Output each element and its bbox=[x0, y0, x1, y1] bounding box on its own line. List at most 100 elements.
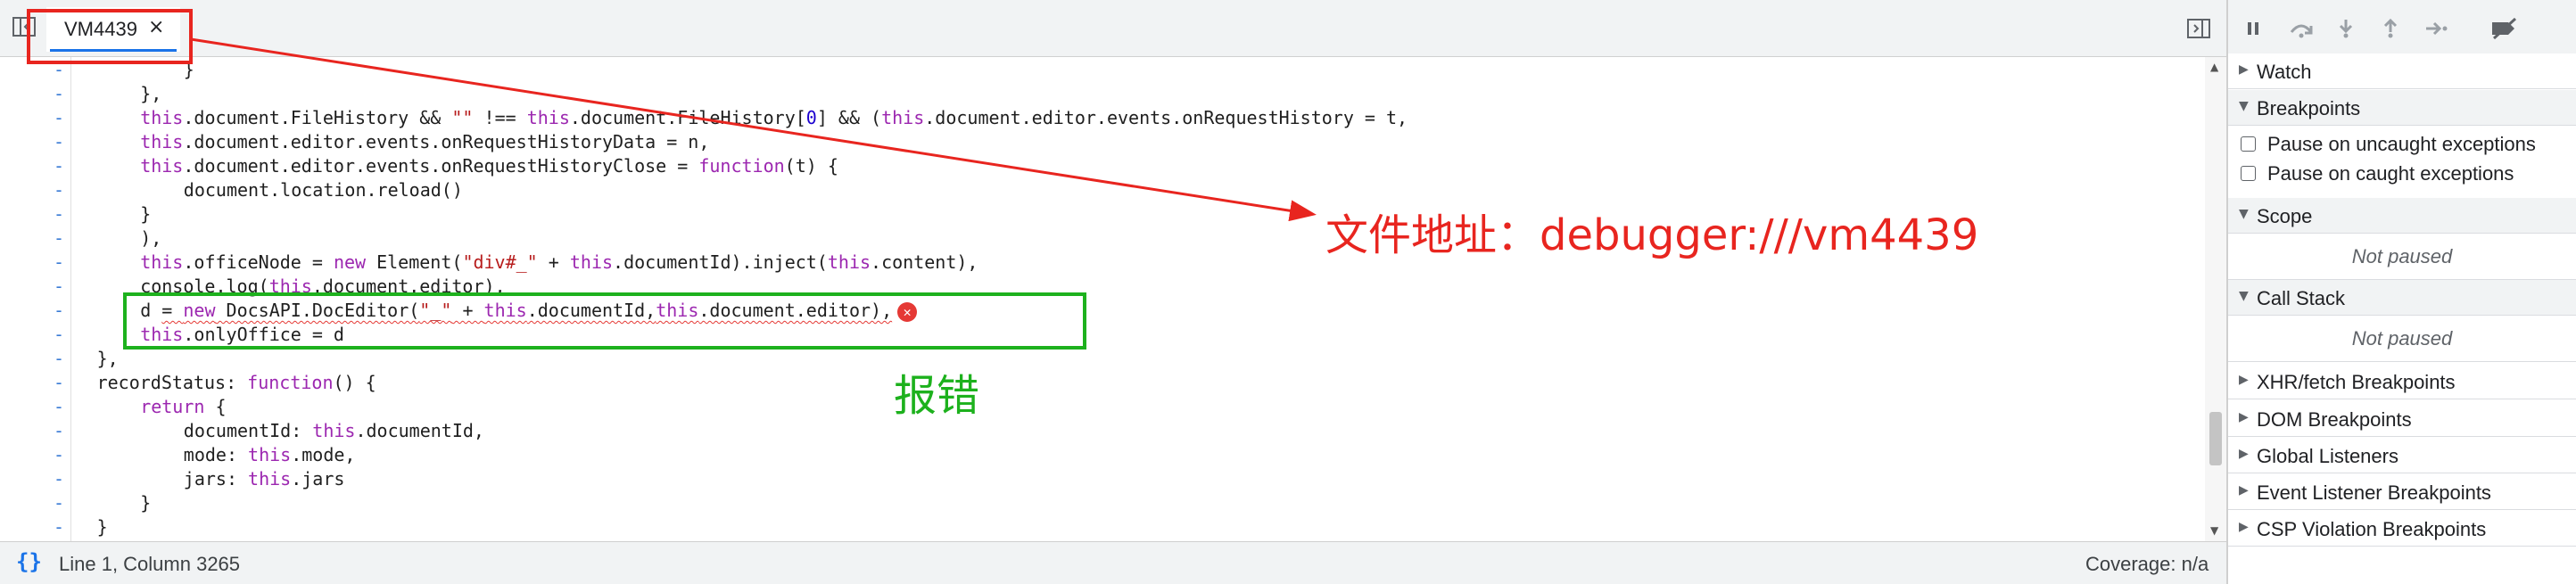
line-marker[interactable]: - bbox=[54, 443, 64, 467]
code-token: this bbox=[312, 420, 356, 441]
code-token: new bbox=[333, 251, 367, 273]
step-into-icon[interactable] bbox=[2335, 18, 2357, 39]
pretty-print-icon[interactable]: {} bbox=[16, 549, 42, 574]
close-icon[interactable]: × bbox=[148, 16, 164, 38]
pause-caught-row[interactable]: Pause on caught exceptions bbox=[2228, 160, 2576, 189]
tab-vm4439[interactable]: VM4439 × bbox=[46, 7, 180, 52]
pause-uncaught-checkbox[interactable] bbox=[2241, 136, 2256, 152]
code-line[interactable]: recordStatus: function() { bbox=[97, 371, 376, 395]
code-line[interactable]: this.document.FileHistory && "" !== this… bbox=[140, 106, 1408, 130]
section-breakpoints[interactable]: ▼ Breakpoints bbox=[2228, 90, 2576, 126]
code-line[interactable]: this.document.editor.events.onRequestHis… bbox=[140, 154, 838, 178]
code-token: .documentId, bbox=[526, 300, 656, 321]
code-token: + bbox=[537, 251, 570, 273]
line-marker[interactable]: - bbox=[54, 515, 64, 539]
line-marker[interactable]: - bbox=[54, 251, 64, 275]
call-stack-status: Not paused bbox=[2228, 316, 2576, 362]
code-line[interactable]: } bbox=[140, 202, 151, 226]
code-line[interactable]: mode: this.mode, bbox=[184, 443, 356, 467]
line-marker[interactable]: - bbox=[54, 299, 64, 323]
code-token: this bbox=[569, 251, 614, 273]
line-marker[interactable]: - bbox=[54, 106, 64, 130]
toggle-debugger-icon[interactable] bbox=[2187, 18, 2210, 39]
code-line[interactable]: } bbox=[140, 491, 151, 515]
line-gutter: -------------------- bbox=[0, 57, 71, 541]
code-line[interactable]: jars: this.jars bbox=[184, 467, 345, 491]
code-token: console.log( bbox=[140, 276, 269, 297]
line-marker[interactable]: - bbox=[54, 491, 64, 515]
code-token: }, bbox=[96, 348, 119, 369]
code-line[interactable]: ), bbox=[140, 226, 161, 251]
code-token: Element( bbox=[366, 251, 463, 273]
code-line[interactable]: document.location.reload() bbox=[184, 178, 463, 202]
code-token: .document.editor.events.onRequestHistory… bbox=[183, 131, 710, 152]
section-scope[interactable]: ▼ Scope bbox=[2228, 198, 2576, 234]
code-token: "" bbox=[451, 107, 474, 128]
step-over-icon[interactable] bbox=[2287, 18, 2316, 39]
pause-caught-checkbox[interactable] bbox=[2241, 166, 2256, 181]
code-line[interactable]: return { bbox=[140, 395, 226, 419]
step-icon[interactable] bbox=[2424, 18, 2449, 39]
scrollbar-thumb[interactable] bbox=[2209, 412, 2222, 465]
code-line[interactable]: } bbox=[97, 515, 108, 539]
code-token: function bbox=[698, 155, 785, 177]
vertical-scrollbar[interactable]: ▲ ▼ bbox=[2205, 57, 2226, 541]
code-token: !== bbox=[473, 107, 527, 128]
line-marker[interactable]: - bbox=[54, 154, 64, 178]
code-token: (t) { bbox=[784, 155, 838, 177]
code-line[interactable]: console.log(this.document.editor), bbox=[140, 275, 505, 299]
error-icon[interactable]: ✕ bbox=[897, 301, 918, 322]
section-label: DOM Breakpoints bbox=[2257, 408, 2412, 431]
chevron-right-icon: ▶ bbox=[2239, 520, 2249, 534]
editor-pane: VM4439 × -------------------- }}, this.do… bbox=[0, 0, 2226, 584]
section-label: Breakpoints bbox=[2257, 97, 2361, 119]
chevron-down-icon: ▼ bbox=[2239, 289, 2249, 303]
code-line[interactable]: }, bbox=[140, 82, 161, 106]
pause-uncaught-row[interactable]: Pause on uncaught exceptions bbox=[2228, 131, 2576, 160]
tab-label: VM4439 bbox=[64, 18, 137, 40]
scroll-down-icon[interactable]: ▼ bbox=[2210, 524, 2218, 537]
code-token: jars: bbox=[183, 468, 249, 489]
line-marker[interactable]: - bbox=[54, 419, 64, 443]
line-marker[interactable]: - bbox=[54, 178, 64, 202]
line-marker[interactable]: - bbox=[54, 467, 64, 491]
section-dom-breakpoints[interactable]: ▶ DOM Breakpoints bbox=[2228, 401, 2576, 437]
code-editor[interactable]: -------------------- }}, this.document.Fi… bbox=[0, 57, 2226, 541]
code-line[interactable]: this.document.editor.events.onRequestHis… bbox=[140, 130, 709, 154]
line-marker[interactable]: - bbox=[54, 347, 64, 371]
section-call-stack[interactable]: ▼ Call Stack bbox=[2228, 280, 2576, 316]
line-marker[interactable]: - bbox=[54, 82, 64, 106]
section-xhr-breakpoints[interactable]: ▶ XHR/fetch Breakpoints bbox=[2228, 364, 2576, 399]
line-marker[interactable]: - bbox=[54, 395, 64, 419]
code-line-error[interactable]: d = new DocsAPI.DocEditor("_" + this.doc… bbox=[140, 299, 918, 323]
toggle-navigator-icon[interactable] bbox=[12, 16, 36, 37]
line-marker[interactable]: - bbox=[54, 275, 64, 299]
code-token: this bbox=[656, 300, 699, 321]
line-marker[interactable]: - bbox=[54, 371, 64, 395]
code-line[interactable]: this.officeNode = new Element("div#_" + … bbox=[140, 251, 978, 275]
scroll-up-icon[interactable]: ▲ bbox=[2210, 61, 2218, 73]
line-marker[interactable]: - bbox=[54, 323, 64, 347]
not-paused-text: Not paused bbox=[2351, 327, 2453, 350]
code-token: .document.editor), bbox=[311, 276, 506, 297]
step-out-icon[interactable] bbox=[2380, 18, 2401, 39]
code-token: d bbox=[140, 300, 162, 321]
code-token: .onlyOffice = d bbox=[183, 324, 344, 345]
code-line[interactable]: documentId: this.documentId, bbox=[184, 419, 484, 443]
code-line[interactable]: this.onlyOffice = d bbox=[140, 323, 344, 347]
line-marker[interactable]: - bbox=[54, 202, 64, 226]
section-label: Global Listeners bbox=[2257, 445, 2398, 467]
section-csp-violation-breakpoints[interactable]: ▶ CSP Violation Breakpoints bbox=[2228, 511, 2576, 547]
section-global-listeners[interactable]: ▶ Global Listeners bbox=[2228, 438, 2576, 473]
line-marker[interactable]: - bbox=[54, 130, 64, 154]
section-watch[interactable]: ▶ Watch bbox=[2228, 53, 2576, 89]
code-line[interactable]: } bbox=[184, 58, 194, 82]
code-token: this bbox=[140, 155, 184, 177]
line-marker[interactable]: - bbox=[54, 58, 64, 82]
section-event-listener-breakpoints[interactable]: ▶ Event Listener Breakpoints bbox=[2228, 474, 2576, 510]
line-marker[interactable]: - bbox=[54, 226, 64, 251]
code-line[interactable]: }, bbox=[97, 347, 119, 371]
pause-icon[interactable] bbox=[2242, 18, 2264, 39]
code-area[interactable]: }}, this.document.FileHistory && "" !== t… bbox=[71, 57, 2205, 541]
deactivate-breakpoints-icon[interactable] bbox=[2489, 17, 2521, 40]
